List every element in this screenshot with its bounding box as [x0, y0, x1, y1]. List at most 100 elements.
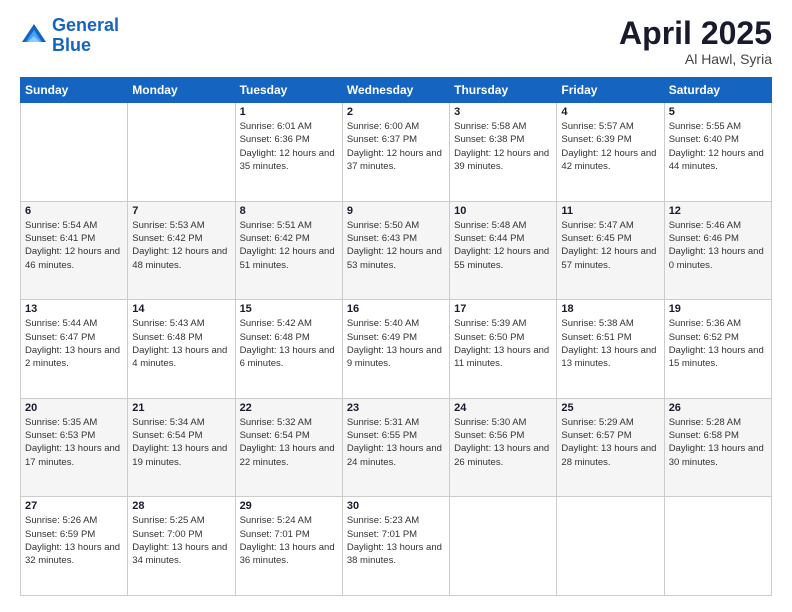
day-info: Sunrise: 5:46 AMSunset: 6:46 PMDaylight:…: [669, 219, 767, 272]
day-number: 26: [669, 402, 767, 414]
calendar-week-row: 27Sunrise: 5:26 AMSunset: 6:59 PMDayligh…: [21, 497, 772, 596]
day-info: Sunrise: 5:29 AMSunset: 6:57 PMDaylight:…: [561, 416, 659, 469]
day-info: Sunrise: 5:51 AMSunset: 6:42 PMDaylight:…: [240, 219, 338, 272]
day-info: Sunrise: 5:32 AMSunset: 6:54 PMDaylight:…: [240, 416, 338, 469]
subtitle: Al Hawl, Syria: [619, 51, 772, 67]
day-number: 4: [561, 106, 659, 118]
day-info: Sunrise: 5:35 AMSunset: 6:53 PMDaylight:…: [25, 416, 123, 469]
calendar-cell: 27Sunrise: 5:26 AMSunset: 6:59 PMDayligh…: [21, 497, 128, 596]
logo-text: General Blue: [52, 16, 119, 56]
calendar-cell: 7 Sunrise: 5:53 AMSunset: 6:42 PMDaylight…: [128, 201, 235, 300]
calendar-cell: 17 Sunrise: 5:39 AMSunset: 6:50 PMDayligh…: [450, 300, 557, 399]
day-info: Sunrise: 5:39 AMSunset: 6:50 PMDaylight:…: [454, 317, 552, 370]
title-block: April 2025 Al Hawl, Syria: [619, 16, 772, 67]
calendar-cell: 5 Sunrise: 5:55 AMSunset: 6:40 PMDaylight…: [664, 103, 771, 202]
day-info: Sunrise: 5:25 AMSunset: 7:00 PMDaylight:…: [132, 514, 230, 567]
day-number: 6: [25, 205, 123, 217]
day-number: 20: [25, 402, 123, 414]
calendar-cell: [664, 497, 771, 596]
calendar-cell: 8 Sunrise: 5:51 AMSunset: 6:42 PMDaylight…: [235, 201, 342, 300]
calendar-cell: 14 Sunrise: 5:43 AMSunset: 6:48 PMDayligh…: [128, 300, 235, 399]
calendar-week-row: 6Sunrise: 5:54 AMSunset: 6:41 PMDaylight…: [21, 201, 772, 300]
calendar-cell: 9Sunrise: 5:50 AMSunset: 6:43 PMDaylight…: [342, 201, 449, 300]
day-number: 11: [561, 205, 659, 217]
day-info: Sunrise: 5:43 AMSunset: 6:48 PMDaylight:…: [132, 317, 230, 370]
day-number: 24: [454, 402, 552, 414]
day-info: Sunrise: 5:55 AMSunset: 6:40 PMDaylight:…: [669, 120, 767, 173]
calendar-cell: 22Sunrise: 5:32 AMSunset: 6:54 PMDayligh…: [235, 398, 342, 497]
calendar-cell: 25Sunrise: 5:29 AMSunset: 6:57 PMDayligh…: [557, 398, 664, 497]
calendar-week-row: 1 Sunrise: 6:01 AMSunset: 6:36 PMDaylight…: [21, 103, 772, 202]
day-number: 21: [132, 402, 230, 414]
day-number: 12: [669, 205, 767, 217]
day-number: 16: [347, 303, 445, 315]
calendar-cell: 21 Sunrise: 5:34 AMSunset: 6:54 PMDayligh…: [128, 398, 235, 497]
column-header-monday: Monday: [128, 78, 235, 103]
calendar-week-row: 13Sunrise: 5:44 AMSunset: 6:47 PMDayligh…: [21, 300, 772, 399]
column-header-tuesday: Tuesday: [235, 78, 342, 103]
calendar-cell: 12 Sunrise: 5:46 AMSunset: 6:46 PMDayligh…: [664, 201, 771, 300]
calendar-cell: [128, 103, 235, 202]
day-info: Sunrise: 5:31 AMSunset: 6:55 PMDaylight:…: [347, 416, 445, 469]
calendar-cell: 29 Sunrise: 5:24 AMSunset: 7:01 PMDayligh…: [235, 497, 342, 596]
calendar-cell: 15Sunrise: 5:42 AMSunset: 6:48 PMDayligh…: [235, 300, 342, 399]
calendar-cell: 10 Sunrise: 5:48 AMSunset: 6:44 PMDayligh…: [450, 201, 557, 300]
day-info: Sunrise: 5:30 AMSunset: 6:56 PMDaylight:…: [454, 416, 552, 469]
day-number: 2: [347, 106, 445, 118]
day-number: 8: [240, 205, 338, 217]
day-info: Sunrise: 5:34 AMSunset: 6:54 PMDaylight:…: [132, 416, 230, 469]
day-number: 17: [454, 303, 552, 315]
day-info: Sunrise: 6:00 AMSunset: 6:37 PMDaylight:…: [347, 120, 445, 173]
day-number: 1: [240, 106, 338, 118]
logo-icon: [20, 22, 48, 50]
logo: General Blue: [20, 16, 119, 56]
calendar-cell: 11 Sunrise: 5:47 AMSunset: 6:45 PMDayligh…: [557, 201, 664, 300]
day-number: 30: [347, 500, 445, 512]
calendar-cell: 19 Sunrise: 5:36 AMSunset: 6:52 PMDayligh…: [664, 300, 771, 399]
page: General Blue April 2025 Al Hawl, Syria S…: [0, 0, 792, 612]
day-info: Sunrise: 5:47 AMSunset: 6:45 PMDaylight:…: [561, 219, 659, 272]
main-title: April 2025: [619, 16, 772, 51]
column-header-saturday: Saturday: [664, 78, 771, 103]
day-number: 23: [347, 402, 445, 414]
day-info: Sunrise: 5:24 AMSunset: 7:01 PMDaylight:…: [240, 514, 338, 567]
day-number: 9: [347, 205, 445, 217]
day-number: 3: [454, 106, 552, 118]
column-header-wednesday: Wednesday: [342, 78, 449, 103]
day-info: Sunrise: 6:01 AMSunset: 6:36 PMDaylight:…: [240, 120, 338, 173]
column-header-sunday: Sunday: [21, 78, 128, 103]
day-info: Sunrise: 5:40 AMSunset: 6:49 PMDaylight:…: [347, 317, 445, 370]
day-info: Sunrise: 5:36 AMSunset: 6:52 PMDaylight:…: [669, 317, 767, 370]
day-number: 7: [132, 205, 230, 217]
calendar-cell: [21, 103, 128, 202]
day-number: 10: [454, 205, 552, 217]
calendar-cell: 30Sunrise: 5:23 AMSunset: 7:01 PMDayligh…: [342, 497, 449, 596]
column-header-friday: Friday: [557, 78, 664, 103]
day-info: Sunrise: 5:48 AMSunset: 6:44 PMDaylight:…: [454, 219, 552, 272]
day-info: Sunrise: 5:42 AMSunset: 6:48 PMDaylight:…: [240, 317, 338, 370]
header: General Blue April 2025 Al Hawl, Syria: [20, 16, 772, 67]
day-info: Sunrise: 5:26 AMSunset: 6:59 PMDaylight:…: [25, 514, 123, 567]
column-header-thursday: Thursday: [450, 78, 557, 103]
calendar-week-row: 20 Sunrise: 5:35 AMSunset: 6:53 PMDayligh…: [21, 398, 772, 497]
day-number: 29: [240, 500, 338, 512]
day-number: 19: [669, 303, 767, 315]
calendar-cell: 23 Sunrise: 5:31 AMSunset: 6:55 PMDayligh…: [342, 398, 449, 497]
day-number: 14: [132, 303, 230, 315]
day-info: Sunrise: 5:58 AMSunset: 6:38 PMDaylight:…: [454, 120, 552, 173]
logo-line1: General: [52, 15, 119, 35]
calendar-table: SundayMondayTuesdayWednesdayThursdayFrid…: [20, 77, 772, 596]
day-info: Sunrise: 5:38 AMSunset: 6:51 PMDaylight:…: [561, 317, 659, 370]
calendar-cell: [450, 497, 557, 596]
calendar-cell: 20 Sunrise: 5:35 AMSunset: 6:53 PMDayligh…: [21, 398, 128, 497]
calendar-cell: 24 Sunrise: 5:30 AMSunset: 6:56 PMDayligh…: [450, 398, 557, 497]
day-number: 5: [669, 106, 767, 118]
calendar-cell: 6Sunrise: 5:54 AMSunset: 6:41 PMDaylight…: [21, 201, 128, 300]
calendar-cell: 18 Sunrise: 5:38 AMSunset: 6:51 PMDayligh…: [557, 300, 664, 399]
calendar-cell: 1 Sunrise: 6:01 AMSunset: 6:36 PMDaylight…: [235, 103, 342, 202]
day-info: Sunrise: 5:53 AMSunset: 6:42 PMDaylight:…: [132, 219, 230, 272]
calendar-cell: 4Sunrise: 5:57 AMSunset: 6:39 PMDaylight…: [557, 103, 664, 202]
calendar-cell: 13Sunrise: 5:44 AMSunset: 6:47 PMDayligh…: [21, 300, 128, 399]
logo-line2: Blue: [52, 35, 91, 55]
day-number: 18: [561, 303, 659, 315]
